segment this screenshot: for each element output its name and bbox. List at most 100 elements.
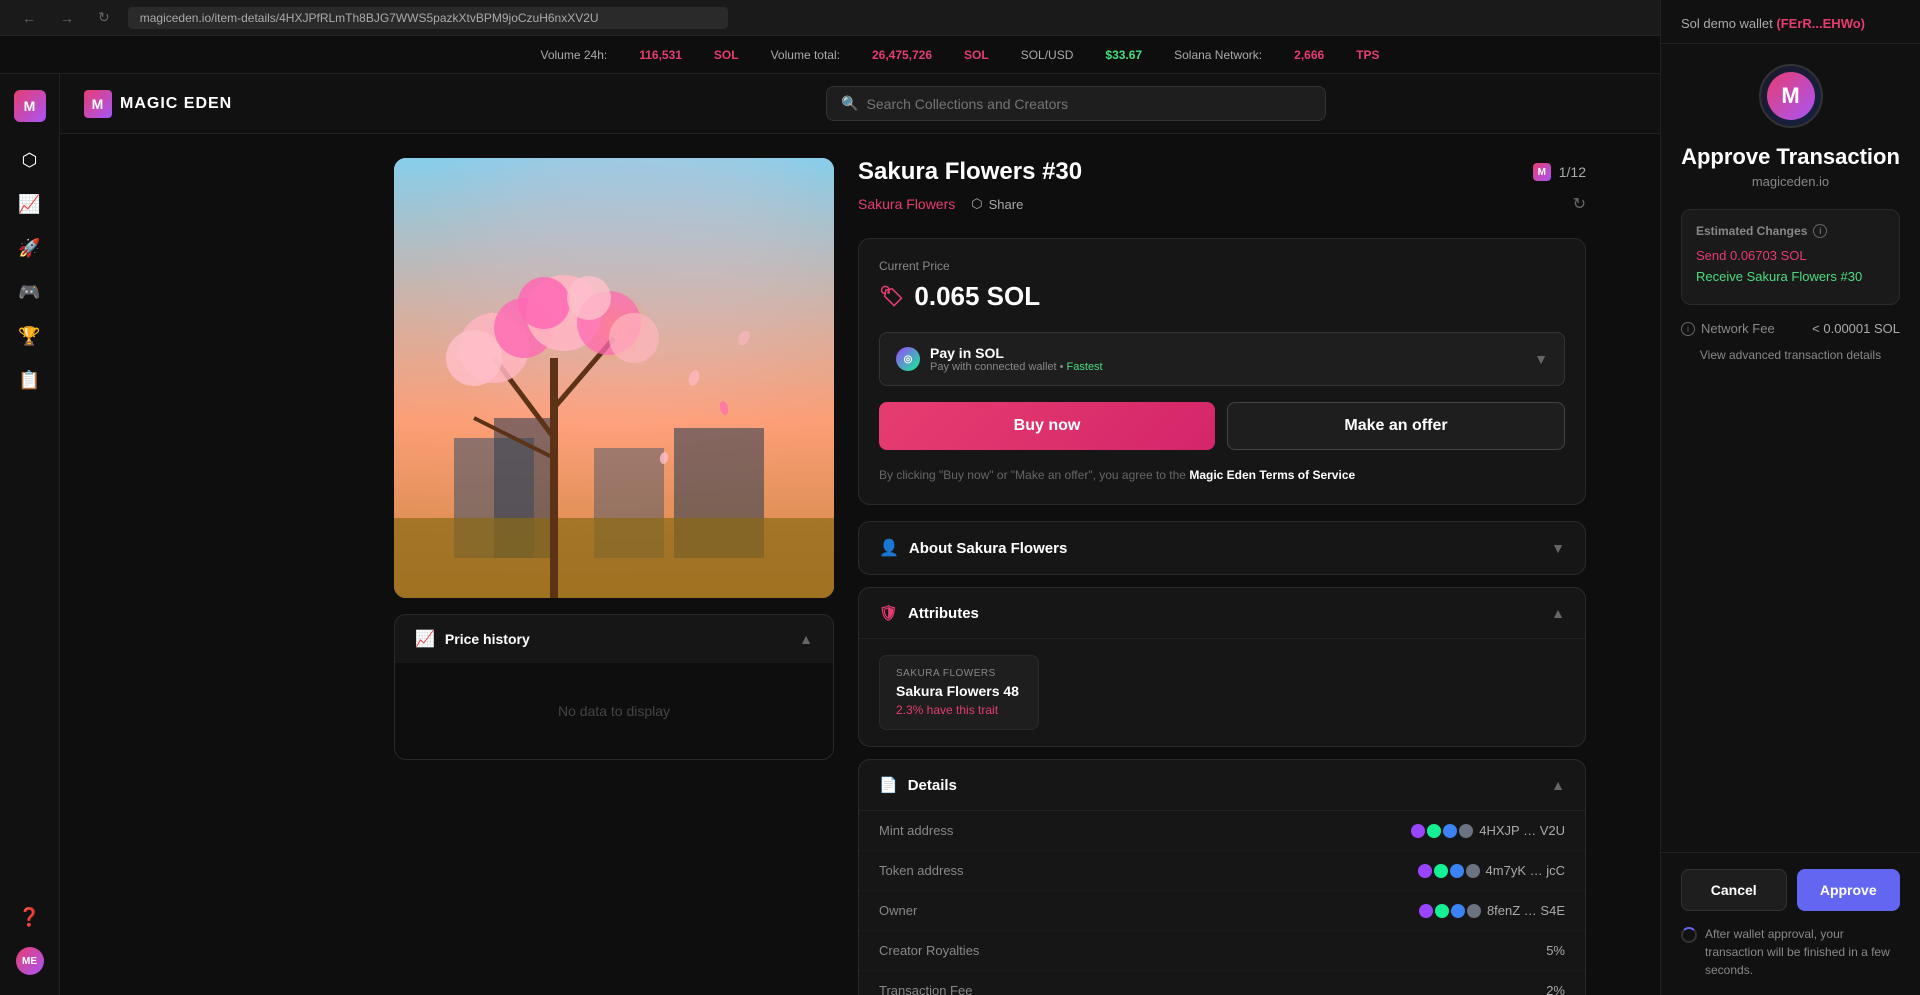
- sidebar-item-games[interactable]: 🎮: [12, 274, 48, 310]
- sidebar-item-me[interactable]: ME: [12, 943, 48, 979]
- url-bar[interactable]: magiceden.io/item-details/4HXJPfRLmTh8BJ…: [128, 7, 728, 29]
- payment-title: Pay in SOL: [930, 345, 1103, 361]
- approve-footer: Cancel Approve After wallet approval, yo…: [1661, 852, 1920, 995]
- action-buttons: Buy now Make an offer: [879, 402, 1565, 450]
- estimated-info-icon[interactable]: i: [1813, 224, 1827, 238]
- estimated-changes-label: Estimated Changes i: [1696, 224, 1885, 238]
- solana-tps-unit: TPS: [1356, 48, 1379, 62]
- make-offer-button[interactable]: Make an offer: [1227, 402, 1565, 450]
- chain-icon-teal3: [1435, 904, 1449, 918]
- about-header[interactable]: 👤 About Sakura Flowers ▼: [859, 522, 1585, 574]
- token-address-label: Token address: [879, 863, 964, 878]
- chain-icon-blue: [1443, 824, 1457, 838]
- search-input[interactable]: [867, 96, 1312, 112]
- owner-label: Owner: [879, 903, 917, 918]
- details-header[interactable]: 📄 Details ▲: [859, 760, 1585, 810]
- main-layout: M ⬡ 📈 🚀 🎮 🏆 📋 ❓ ME M MAGIC EDEN 🔍: [0, 74, 1920, 995]
- advanced-details-link[interactable]: View advanced transaction details: [1681, 348, 1900, 362]
- back-button[interactable]: ←: [16, 6, 42, 30]
- about-icon: 👤: [879, 538, 899, 558]
- sidebar-item-launchpad[interactable]: 🚀: [12, 230, 48, 266]
- price-card: Current Price 🏷 0.065 SOL ◎ Pay in SOL P…: [858, 238, 1586, 505]
- mint-address-text[interactable]: 4HXJP … V2U: [1479, 823, 1565, 838]
- price-history-title: Price history: [445, 631, 530, 647]
- details-section: 📄 Details ▲ Mint address: [858, 759, 1586, 995]
- chain-icon-teal2: [1434, 864, 1448, 878]
- sidebar-logo: M: [14, 90, 46, 122]
- sidebar-item-help[interactable]: ❓: [12, 899, 48, 935]
- sidebar-item-home[interactable]: ⬡: [12, 142, 48, 178]
- approve-button[interactable]: Approve: [1797, 869, 1901, 911]
- approve-logo: M: [1681, 64, 1900, 128]
- sidebar-item-activity[interactable]: 📈: [12, 186, 48, 222]
- chain-icon-purple: [1411, 824, 1425, 838]
- solana-tps-value: 2,666: [1294, 48, 1324, 62]
- owner-text[interactable]: 8fenZ … S4E: [1487, 903, 1565, 918]
- approve-title: Approve Transaction: [1681, 144, 1900, 170]
- payment-method[interactable]: ◎ Pay in SOL Pay with connected wallet •…: [879, 332, 1565, 386]
- pending-message: After wallet approval, your transaction …: [1681, 925, 1900, 979]
- detail-row-royalties: Creator Royalties 5%: [859, 931, 1585, 971]
- share-button[interactable]: ⬡ Share: [971, 196, 1023, 212]
- about-header-left: 👤 About Sakura Flowers: [879, 538, 1067, 558]
- chain-icon-gray2: [1466, 864, 1480, 878]
- chain-icon-purple3: [1419, 904, 1433, 918]
- transaction-fee-label: Transaction Fee: [879, 983, 972, 995]
- solusd-label: SOL/USD: [1021, 48, 1074, 62]
- fastest-label: Fastest: [1067, 361, 1103, 373]
- nft-image-inner: [394, 158, 834, 598]
- page-body: 📈 Price history ▲ No data to display Sak…: [370, 134, 1610, 995]
- attributes-header[interactable]: 🛡 Attributes ▲: [859, 588, 1585, 638]
- detail-row-fee: Transaction Fee 2%: [859, 971, 1585, 995]
- tos-link[interactable]: Magic Eden Terms of Service: [1189, 468, 1355, 482]
- refresh-button[interactable]: ↻: [92, 5, 116, 30]
- creator-royalties-value: 5%: [1546, 943, 1565, 958]
- approve-panel: Sol demo wallet (FErR...EHWo) M Approve …: [1660, 0, 1920, 995]
- nft-title-row: Sakura Flowers #30 M 1/12: [858, 158, 1586, 186]
- detail-row-mint: Mint address 4HXJP … V2U: [859, 811, 1585, 851]
- cancel-button[interactable]: Cancel: [1681, 869, 1787, 911]
- price-history-header[interactable]: 📈 Price history ▲: [395, 615, 833, 663]
- price-tag-icon: 🏷: [879, 284, 904, 309]
- details-body: Mint address 4HXJP … V2U: [859, 810, 1585, 995]
- loading-spinner: [1681, 927, 1697, 943]
- mint-address-value: 4HXJP … V2U: [1411, 823, 1565, 838]
- share-label: Share: [989, 197, 1024, 212]
- sidebar-item-collections[interactable]: 📋: [12, 362, 48, 398]
- refresh-icon[interactable]: ↻: [1573, 194, 1586, 214]
- details-header-left: 📄 Details: [879, 776, 957, 794]
- price-history-empty: No data to display: [395, 663, 833, 759]
- search-bar: 🔍: [826, 86, 1326, 121]
- topbar: Volume 24h: 116,531 SOL Volume total: 26…: [0, 36, 1920, 74]
- creator-royalties-label: Creator Royalties: [879, 943, 979, 958]
- payment-method-left: ◎ Pay in SOL Pay with connected wallet •…: [896, 345, 1103, 373]
- right-panel: Sakura Flowers #30 M 1/12 Sakura Flowers…: [858, 158, 1586, 995]
- volumetotal-value: 26,475,726: [872, 48, 932, 62]
- nft-edition-text: 1/12: [1559, 164, 1586, 180]
- approve-subtitle: magiceden.io: [1681, 174, 1900, 189]
- about-section: 👤 About Sakura Flowers ▼: [858, 521, 1586, 575]
- mint-address-label: Mint address: [879, 823, 953, 838]
- attributes-title: Attributes: [908, 605, 979, 622]
- network-fee-info-icon[interactable]: i: [1681, 322, 1695, 336]
- token-address-text[interactable]: 4m7yK … jcC: [1486, 863, 1565, 878]
- price-history-chevron: ▲: [799, 631, 813, 647]
- addressbar: ← → ↻ magiceden.io/item-details/4HXJPfRL…: [0, 0, 1920, 36]
- trait-card: SAKURA FLOWERS Sakura Flowers 48 2.3% ha…: [879, 655, 1039, 730]
- volume24h-unit: SOL: [714, 48, 739, 62]
- pending-text: After wallet approval, your transaction …: [1705, 925, 1900, 979]
- collection-link[interactable]: Sakura Flowers: [858, 196, 955, 212]
- chain-icon-teal: [1427, 824, 1441, 838]
- buy-now-button[interactable]: Buy now: [879, 402, 1215, 450]
- nav-logo-text: MAGIC EDEN: [120, 95, 232, 113]
- about-title: About Sakura Flowers: [909, 540, 1067, 557]
- sidebar-item-rewards[interactable]: 🏆: [12, 318, 48, 354]
- forward-button[interactable]: →: [54, 6, 80, 30]
- token-address-value: 4m7yK … jcC: [1418, 863, 1565, 878]
- payment-info: Pay in SOL Pay with connected wallet • F…: [930, 345, 1103, 373]
- nav-logo-icon: M: [84, 90, 112, 118]
- sidebar: M ⬡ 📈 🚀 🎮 🏆 📋 ❓ ME: [0, 74, 60, 995]
- top-nav: M MAGIC EDEN 🔍: [60, 74, 1920, 134]
- estimated-changes: Estimated Changes i Send 0.06703 SOL Rec…: [1681, 209, 1900, 305]
- details-title: Details: [908, 777, 957, 794]
